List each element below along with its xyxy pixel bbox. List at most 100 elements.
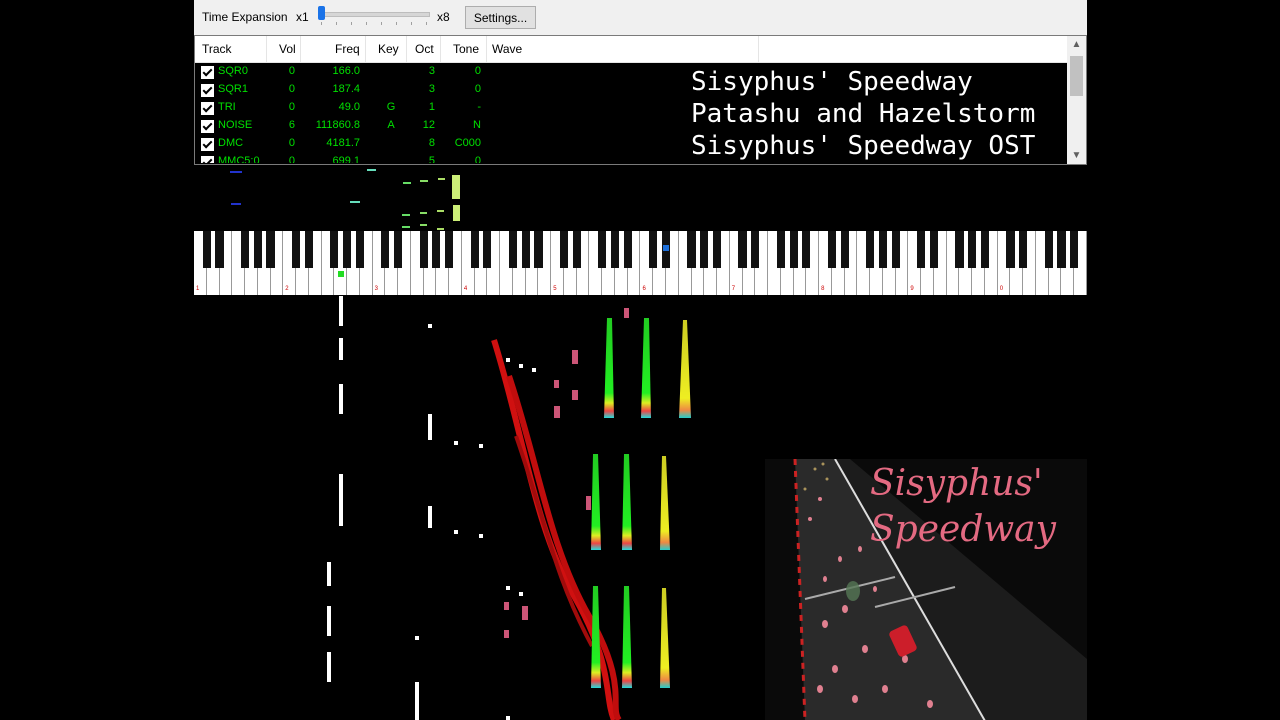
album-art-title-line2: Speedway [870,509,1056,550]
track-vol: 0 [288,65,295,77]
piano-black-key[interactable] [610,231,620,268]
piano-black-key[interactable] [1044,231,1053,268]
piano-black-key[interactable] [266,231,275,268]
piano-black-key[interactable] [827,231,836,268]
track-freq: 111860.8 [315,119,360,131]
piano-black-key[interactable] [955,231,964,268]
piano-black-key[interactable] [521,231,530,268]
column-header-track[interactable]: Track [202,42,232,56]
piano-black-key[interactable] [929,231,938,268]
piano-black-key[interactable] [649,231,658,268]
track-freq: 4181.7 [326,137,360,149]
piano-black-key[interactable] [240,231,250,268]
piano-black-key[interactable] [891,231,900,268]
track-vol: 0 [288,155,295,163]
column-header-freq[interactable]: Freq [335,42,360,56]
track-checkbox[interactable] [201,120,214,133]
slider-tick [321,22,322,25]
track-vol: 0 [288,137,295,149]
piano-black-key[interactable] [508,231,517,268]
track-name: NOISE [218,119,253,131]
album-art-title-line1: Sisyphus' [870,463,1043,504]
octave-label: 9 [910,286,914,292]
piano-black-key[interactable] [802,231,811,268]
column-header-key[interactable]: Key [378,42,399,56]
track-tone: 0 [474,65,481,77]
piano-black-key[interactable] [534,231,543,268]
column-header-vol[interactable]: Vol [279,42,296,56]
scroll-down-arrow-icon[interactable]: ▼ [1067,147,1086,164]
piano-black-key[interactable] [343,231,352,268]
piano-black-key[interactable] [968,231,977,268]
piano-black-key[interactable] [291,231,301,268]
settings-button[interactable]: Settings... [465,6,536,29]
track-checkbox[interactable] [201,84,214,97]
piano-black-key[interactable] [419,231,428,268]
piano-black-key[interactable] [598,231,607,268]
scroll-up-arrow-icon[interactable]: ▲ [1067,36,1086,53]
note [350,201,360,203]
piano-black-key[interactable] [751,231,760,268]
piano-black-key[interactable] [483,231,492,268]
piano-black-key[interactable] [840,231,849,268]
octave-label: 2 [285,286,289,292]
piano-keyboard: 1 2 3 4 5 6 7 8 9 0 [194,231,1087,295]
piano-black-key[interactable] [878,231,887,268]
track-checkbox[interactable] [201,156,214,163]
note [230,171,242,173]
track-checkbox[interactable] [201,138,214,151]
time-expansion-slider[interactable] [320,12,430,17]
piano-black-key[interactable] [623,231,632,268]
song-album: Sisyphus' Speedway OST [691,131,1036,161]
piano-black-key[interactable] [712,231,722,268]
track-row[interactable]: NOISE 6 111860.8 A 12 N [195,117,685,135]
piano-black-key[interactable] [1057,231,1066,268]
piano-black-key[interactable] [700,231,709,268]
column-header-tone[interactable]: Tone [453,42,479,56]
piano-black-key[interactable] [381,231,390,268]
piano-black-key[interactable] [445,231,454,268]
column-header-wave[interactable]: Wave [492,42,522,56]
song-artist: Patashu and Hazelstorm [691,99,1036,129]
track-row[interactable]: MMC5:0 0 699.1 5 0 [195,153,685,163]
track-row[interactable]: TRI 0 49.0 G 1 - [195,99,685,117]
piano-black-key[interactable] [432,231,441,268]
piano-black-key[interactable] [253,231,262,268]
piano-black-key[interactable] [917,231,926,268]
scrollbar-thumb[interactable] [1070,56,1083,96]
piano-black-key[interactable] [330,231,339,268]
piano-black-key[interactable] [866,231,875,268]
track-tone: - [477,101,481,113]
column-header-oct[interactable]: Oct [415,42,434,56]
track-row[interactable]: SQR1 0 187.4 3 0 [195,81,685,99]
piano-black-key[interactable] [789,231,798,268]
piano-black-key[interactable] [980,231,990,268]
track-row[interactable]: SQR0 0 166.0 3 0 [195,63,685,81]
note [438,178,445,180]
octave-label: 0 [999,286,1004,292]
piano-black-key[interactable] [738,231,747,268]
piano-black-key[interactable] [1070,231,1079,268]
piano-black-key[interactable] [202,231,211,268]
track-oct: 3 [428,65,435,77]
track-tone: 0 [474,83,481,95]
slider-tick [411,22,412,25]
piano-black-key[interactable] [304,231,313,268]
piano-black-key[interactable] [470,231,479,268]
track-row[interactable]: DMC 0 4181.7 8 C000 [195,135,685,153]
track-freq: 49.0 [338,101,360,113]
piano-black-key[interactable] [1006,231,1015,268]
octave-label: 3 [374,286,378,292]
piano-black-key[interactable] [559,231,569,268]
track-checkbox[interactable] [201,66,214,79]
piano-black-key[interactable] [394,231,403,268]
piano-black-key[interactable] [355,231,364,268]
slider-thumb[interactable] [318,6,325,20]
piano-black-key[interactable] [1019,231,1028,268]
track-checkbox[interactable] [201,102,214,115]
piano-black-key[interactable] [687,231,696,268]
piano-black-key[interactable] [572,231,581,268]
piano-black-key[interactable] [215,231,224,268]
vertical-scrollbar[interactable]: ▲ ▼ [1067,36,1086,164]
piano-black-key[interactable] [776,231,785,268]
